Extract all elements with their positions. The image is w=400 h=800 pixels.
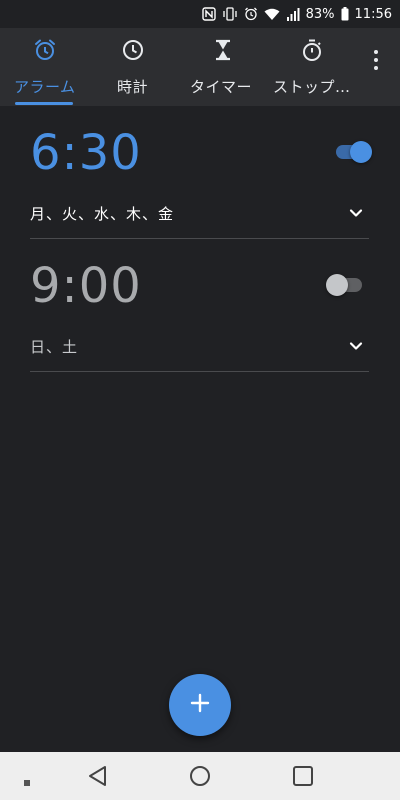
tab-alarm-label: アラーム xyxy=(14,78,76,96)
alarm-time[interactable]: 6:30 xyxy=(30,125,142,181)
chevron-down-icon[interactable] xyxy=(348,205,364,225)
alarm-toggle[interactable] xyxy=(332,140,372,164)
recents-icon[interactable] xyxy=(292,764,314,792)
alarm-icon xyxy=(33,38,57,66)
alarm-days: 月、火、水、木、金 xyxy=(30,205,175,223)
vibrate-icon xyxy=(222,7,238,21)
tab-stopwatch-label: ストップ… xyxy=(273,78,351,96)
dot-icon[interactable] xyxy=(23,772,31,791)
active-tab-indicator xyxy=(15,102,73,105)
plus-icon xyxy=(190,693,210,717)
tab-timer[interactable]: タイマー xyxy=(190,28,256,106)
signal-icon xyxy=(286,7,300,21)
divider xyxy=(30,238,369,239)
home-icon[interactable] xyxy=(189,764,211,792)
tab-clock-label: 時計 xyxy=(117,78,149,96)
status-bar: 83% 11:56 xyxy=(0,0,400,28)
nfc-icon xyxy=(201,7,216,21)
chevron-down-icon[interactable] xyxy=(348,338,364,358)
navigation-bar xyxy=(0,752,400,800)
hourglass-icon xyxy=(211,38,235,66)
tab-timer-label: タイマー xyxy=(190,78,253,96)
tab-bar: アラーム 時計 タイマー ストップ… xyxy=(0,28,400,106)
tab-stopwatch[interactable]: ストップ… xyxy=(273,28,353,106)
add-alarm-button[interactable] xyxy=(169,674,231,736)
alarm-item[interactable]: 6:30 月、火、水、木、金 xyxy=(30,125,372,240)
alarm-days: 日、土 xyxy=(30,338,79,356)
wifi-icon xyxy=(264,8,280,21)
more-options-icon[interactable] xyxy=(366,48,386,72)
alarm-time[interactable]: 9:00 xyxy=(30,258,142,314)
clock-icon xyxy=(121,38,145,66)
status-time: 11:56 xyxy=(354,6,392,22)
back-icon[interactable] xyxy=(86,764,108,792)
battery-icon xyxy=(341,7,349,21)
alarm-item[interactable]: 9:00 日、土 xyxy=(30,258,370,373)
tab-clock[interactable]: 時計 xyxy=(113,28,153,106)
stopwatch-icon xyxy=(300,38,324,66)
battery-percent: 83% xyxy=(305,6,335,22)
tab-alarm[interactable]: アラーム xyxy=(14,28,76,106)
alarm-status-icon xyxy=(244,7,258,21)
alarm-toggle[interactable] xyxy=(326,273,366,297)
divider xyxy=(30,371,369,372)
